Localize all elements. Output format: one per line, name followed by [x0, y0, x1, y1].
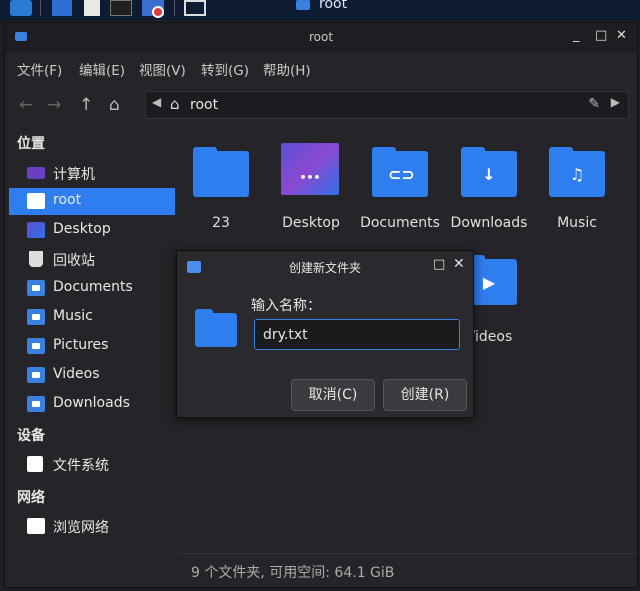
back-arrow-icon[interactable]: ←: [19, 95, 33, 115]
sidebar-item-computer[interactable]: 计算机: [9, 160, 175, 187]
sidebar-item-label: Downloads: [53, 395, 130, 411]
file-item-desktop[interactable]: ••• Desktop: [271, 133, 351, 233]
sidebar-item-label: Desktop: [53, 221, 111, 237]
file-item-music[interactable]: ♫ Music: [537, 133, 617, 233]
taskbar-separator: [174, 0, 175, 16]
sidebar-item-label: Pictures: [53, 337, 109, 353]
music-folder-icon: [27, 309, 45, 325]
desktop-folder-icon: [281, 143, 339, 195]
window-task-icon[interactable]: [296, 0, 310, 10]
folder-icon: [195, 313, 237, 347]
sidebar-item-label: Videos: [53, 366, 100, 382]
forward-arrow-icon[interactable]: →: [47, 95, 61, 115]
downloads-folder-icon: [27, 396, 45, 412]
cancel-button[interactable]: 取消(C): [291, 379, 375, 411]
menu-file[interactable]: 文件(F): [17, 59, 62, 79]
download-arrow-icon: ↓: [482, 165, 496, 184]
menu-edit[interactable]: 编辑(E): [79, 59, 125, 79]
sidebar-item-trash[interactable]: 回收站: [9, 246, 175, 273]
show-desktop-icon[interactable]: [184, 0, 206, 16]
menu-bar: 文件(F) 编辑(E) 视图(V) 转到(G) 帮助(H): [5, 55, 637, 81]
dialog-title: 创建新文件夹: [288, 261, 361, 275]
taskbar-window-title[interactable]: root: [319, 0, 347, 12]
sidebar-item-documents[interactable]: Documents: [9, 275, 175, 302]
menu-view[interactable]: 视图(V): [139, 59, 186, 79]
dialog-maximize-button[interactable]: □: [433, 257, 445, 272]
window-title: root: [308, 30, 334, 44]
new-folder-dialog: 创建新文件夹 □ ✕ 输入名称： 取消(C) 创建(R): [176, 250, 474, 418]
file-label: 23: [212, 215, 230, 231]
file-label: Music: [557, 215, 597, 231]
file-label: Downloads: [450, 215, 528, 231]
record-indicator-icon: [152, 6, 164, 18]
text-editor-launcher-icon[interactable]: [84, 0, 100, 16]
file-item-downloads[interactable]: ↓ Downloads: [449, 133, 529, 233]
sidebar-section-places: 位置: [17, 136, 45, 152]
folder-name-input[interactable]: [254, 319, 460, 350]
terminal-launcher-icon[interactable]: [110, 0, 132, 16]
file-item-23[interactable]: 23: [181, 133, 261, 233]
sidebar-item-filesystem[interactable]: 文件系统: [9, 451, 175, 478]
name-prompt-label: 输入名称：: [251, 298, 321, 314]
path-home-icon[interactable]: ⌂: [170, 95, 180, 113]
menu-help[interactable]: 帮助(H): [263, 59, 311, 79]
menu-go[interactable]: 转到(G): [201, 59, 249, 79]
file-label: Documents: [360, 215, 440, 231]
status-text: 9 个文件夹, 可用空间: 64.1 GiB: [191, 565, 395, 581]
path-scroll-left-icon[interactable]: ◀: [152, 95, 161, 109]
sidebar-item-label: Music: [53, 308, 93, 324]
sidebar-section-devices: 设备: [17, 428, 45, 444]
drive-icon: [27, 456, 43, 472]
up-arrow-icon[interactable]: ↑: [79, 95, 93, 115]
maximize-button[interactable]: □: [595, 28, 607, 43]
pictures-folder-icon: [27, 338, 45, 354]
sidebar-item-label: 回收站: [53, 253, 95, 269]
paperclip-icon: ⊂⊃: [388, 165, 415, 184]
sidebar-item-root[interactable]: root: [9, 188, 175, 215]
sidebar-item-label: 文件系统: [53, 458, 109, 474]
desktop-icon: [27, 222, 45, 238]
sidebar-item-videos[interactable]: Videos: [9, 362, 175, 389]
file-item-documents[interactable]: ⊂⊃ Documents: [360, 133, 440, 233]
file-manager-launcher-icon[interactable]: [52, 0, 72, 16]
sidebar-item-music[interactable]: Music: [9, 304, 175, 331]
network-icon: [27, 518, 45, 534]
sidebar-item-label: root: [53, 192, 82, 208]
create-button[interactable]: 创建(R): [383, 379, 467, 411]
video-camera-icon: ▶: [482, 273, 496, 292]
trash-icon: [29, 251, 43, 267]
sidebar-item-label: Documents: [53, 279, 133, 295]
file-label: Desktop: [282, 215, 340, 231]
taskbar: root: [0, 0, 640, 20]
sidebar-item-desktop[interactable]: Desktop: [9, 217, 175, 244]
close-button[interactable]: ✕: [616, 28, 627, 43]
taskbar-separator: [40, 0, 41, 16]
status-bar: 9 个文件夹, 可用空间: 64.1 GiB: [177, 553, 637, 588]
path-bar[interactable]: ◀ ⌂ root ✎ ▶: [145, 91, 629, 119]
sidebar: 位置 计算机 root Desktop 回收站 Documents Music …: [5, 127, 175, 547]
videos-folder-icon: [27, 367, 45, 383]
toolbar: ← → ↑ ⌂ ◀ ⌂ root ✎ ▶: [5, 87, 637, 123]
title-bar[interactable]: root _ □ ✕: [5, 23, 637, 53]
music-note-icon: ♫: [569, 165, 585, 184]
sidebar-section-network: 网络: [17, 490, 45, 506]
sidebar-item-label: 计算机: [53, 167, 95, 183]
computer-icon: [27, 167, 45, 179]
sidebar-item-label: 浏览网络: [53, 520, 109, 536]
start-menu-icon[interactable]: [10, 0, 32, 16]
dialog-close-button[interactable]: ✕: [453, 256, 465, 272]
home-folder-icon: [27, 193, 45, 209]
path-segment-root[interactable]: root: [190, 97, 218, 113]
sidebar-item-browse-network[interactable]: 浏览网络: [9, 513, 175, 540]
sidebar-item-pictures[interactable]: Pictures: [9, 333, 175, 360]
folder-icon: [193, 151, 249, 197]
home-icon[interactable]: ⌂: [109, 95, 120, 115]
minimize-button[interactable]: _: [573, 28, 580, 43]
sidebar-item-downloads[interactable]: Downloads: [9, 391, 175, 418]
edit-path-icon[interactable]: ✎: [588, 96, 600, 112]
path-scroll-right-icon[interactable]: ▶: [611, 95, 620, 109]
documents-folder-icon: [27, 280, 45, 296]
